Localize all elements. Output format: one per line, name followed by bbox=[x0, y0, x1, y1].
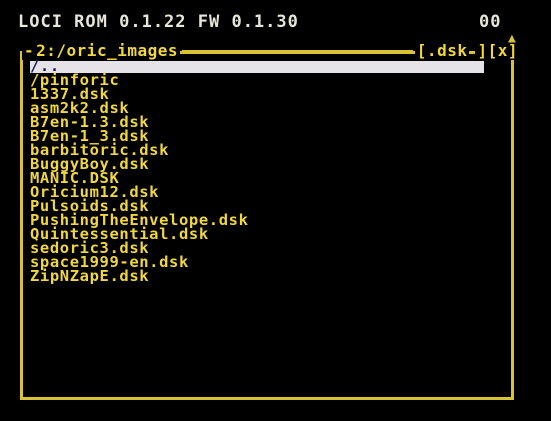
list-item-file[interactable]: ZipNZapE.dsk bbox=[30, 268, 249, 284]
window-title-bar: - 2:/oric_images [.dsk ][x] bbox=[22, 41, 520, 61]
file-list: /.. /pinforic 1337.dsk asm2k2.dsk B7en-1… bbox=[30, 58, 249, 284]
loci-screen: LOCI ROM 0.1.22 FW 0.1.30 00 - 2:/oric_i… bbox=[0, 0, 551, 421]
title-divider bbox=[182, 49, 413, 53]
extension-filter[interactable]: [.dsk bbox=[414, 42, 470, 60]
rom-version-title: LOCI ROM 0.1.22 FW 0.1.30 bbox=[18, 12, 299, 32]
status-bar: LOCI ROM 0.1.22 FW 0.1.30 00 bbox=[0, 0, 551, 36]
clock-counter: 00 bbox=[479, 12, 502, 32]
scroll-up-arrow-icon[interactable]: ▲ bbox=[508, 32, 516, 45]
